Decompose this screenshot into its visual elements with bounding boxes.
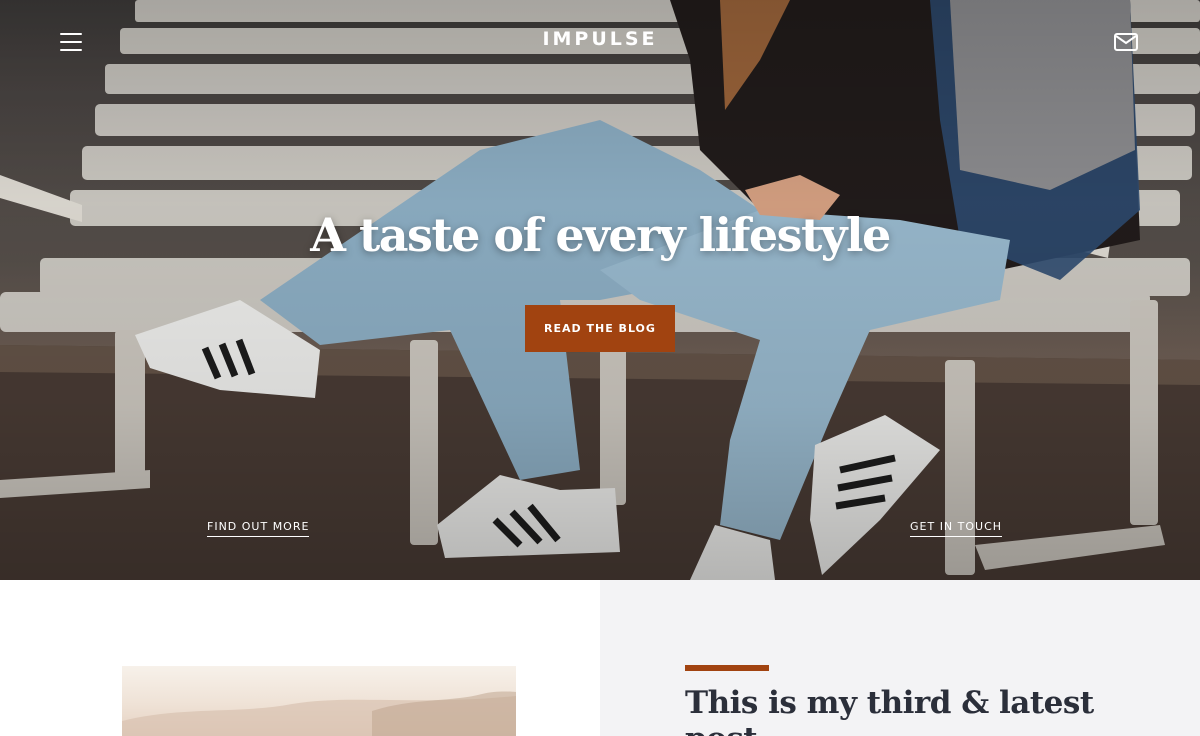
contact-mail-button[interactable] — [1113, 30, 1141, 54]
latest-post-text-panel: This is my third & latest post — [600, 580, 1200, 736]
hero-section: IMPULSE A taste of every lifestyle READ … — [0, 0, 1200, 580]
post-thumbnail-image[interactable] — [122, 666, 516, 736]
site-logo[interactable]: IMPULSE — [0, 28, 1200, 50]
get-in-touch-link[interactable]: GET IN TOUCH — [910, 520, 1003, 537]
hero-overlay — [0, 0, 1200, 580]
latest-post-title[interactable]: This is my third & latest post — [685, 685, 1105, 736]
read-the-blog-button[interactable]: READ THE BLOG — [525, 305, 675, 352]
latest-post-image-panel — [0, 580, 600, 736]
hero-title: A taste of every lifestyle — [310, 208, 891, 262]
accent-divider — [685, 665, 769, 671]
post-thumbnail-art — [122, 691, 516, 736]
find-out-more-link[interactable]: FIND OUT MORE — [207, 520, 310, 537]
envelope-icon — [1114, 33, 1138, 51]
